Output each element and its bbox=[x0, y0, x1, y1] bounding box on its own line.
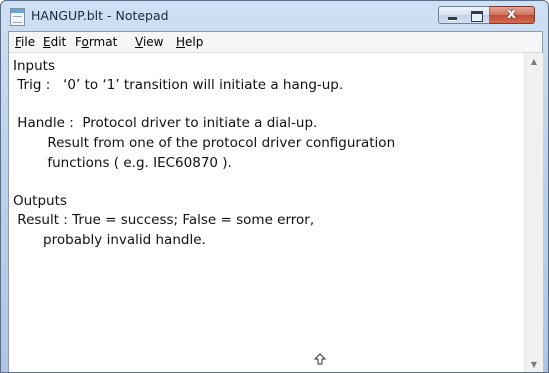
client-area: File Edit Format View Help Inputs Trig :… bbox=[8, 31, 543, 372]
vertical-scrollbar[interactable]: ▲ ▼ bbox=[524, 53, 543, 372]
close-icon: x bbox=[506, 6, 517, 22]
menu-help-accel: H bbox=[176, 35, 186, 49]
text-line: Trig : ‘0’ to ‘1’ transition will initia… bbox=[13, 77, 344, 93]
minimize-button[interactable] bbox=[438, 6, 465, 24]
menu-view[interactable]: View bbox=[135, 35, 163, 49]
minimize-icon bbox=[448, 17, 457, 20]
scroll-down-icon[interactable]: ▼ bbox=[525, 356, 543, 372]
notepad-window: HANGUP.blt - Notepad x File Edit Format … bbox=[0, 0, 549, 373]
text-line: Result : True = success; False = some er… bbox=[13, 212, 315, 228]
text-editor[interactable]: Inputs Trig : ‘0’ to ‘1’ transition will… bbox=[9, 53, 524, 372]
text-line: Handle : Protocol driver to initiate a d… bbox=[13, 115, 318, 131]
title-bar[interactable]: HANGUP.blt - Notepad x bbox=[1, 1, 548, 31]
notepad-icon[interactable] bbox=[10, 8, 25, 26]
menu-format-label: rmat bbox=[88, 35, 118, 49]
menu-edit[interactable]: Edit bbox=[43, 35, 66, 49]
text-line: functions ( e.g. IEC60870 ). bbox=[13, 155, 232, 171]
mouse-cursor-icon bbox=[314, 353, 326, 365]
close-button[interactable]: x bbox=[490, 6, 535, 24]
maximize-icon bbox=[471, 11, 483, 22]
window-title: HANGUP.blt - Notepad bbox=[31, 8, 169, 23]
text-line: Inputs bbox=[13, 58, 55, 74]
menu-edit-label: dit bbox=[50, 35, 67, 49]
menu-help-label: elp bbox=[185, 35, 204, 49]
menu-help[interactable]: Help bbox=[176, 35, 203, 49]
text-line: probably invalid handle. bbox=[13, 232, 206, 248]
menu-edit-accel: E bbox=[43, 35, 51, 49]
text-line: Outputs bbox=[13, 193, 67, 209]
menu-view-label: iew bbox=[142, 35, 164, 49]
menu-format[interactable]: Format bbox=[75, 35, 117, 49]
text-line: Result from one of the protocol driver c… bbox=[13, 135, 396, 151]
menu-file-label: ile bbox=[21, 35, 36, 49]
menu-view-accel: V bbox=[135, 35, 143, 49]
maximize-button[interactable] bbox=[464, 6, 490, 24]
scroll-up-icon[interactable]: ▲ bbox=[525, 53, 543, 70]
menu-file[interactable]: File bbox=[15, 35, 35, 49]
menu-bar: File Edit Format View Help bbox=[9, 32, 542, 53]
menu-format-accel: o bbox=[81, 35, 89, 49]
